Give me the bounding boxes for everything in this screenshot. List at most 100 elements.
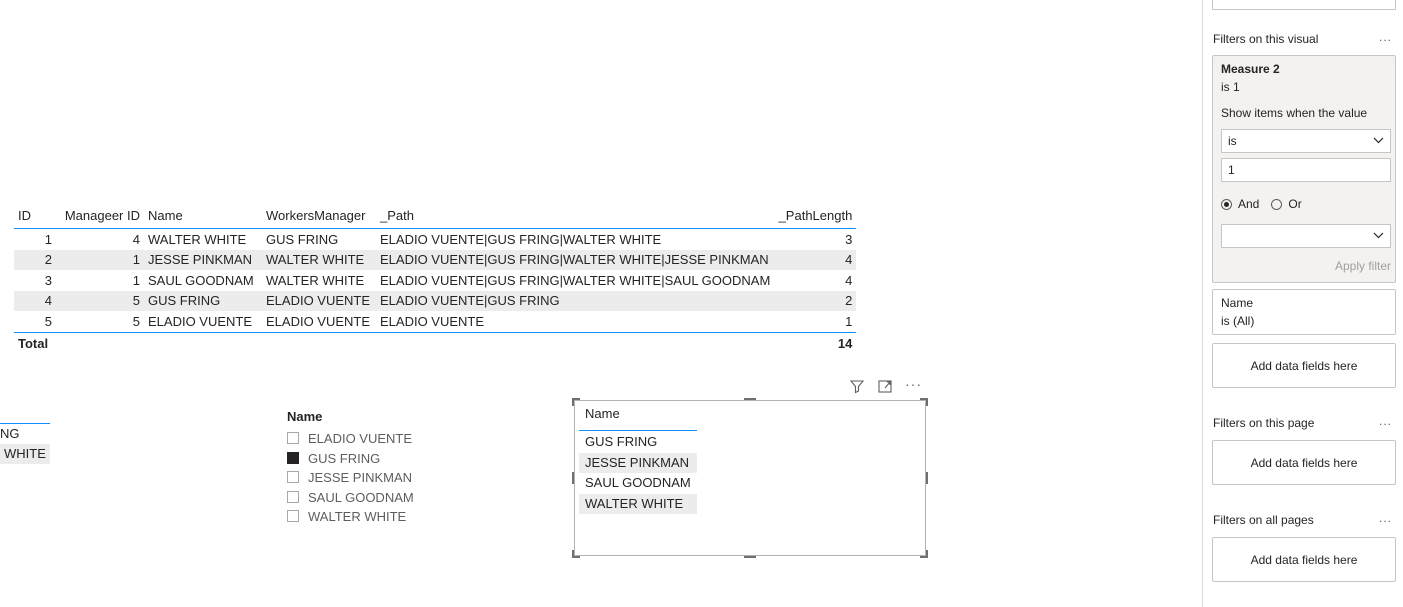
cell-id: 4 <box>14 290 56 311</box>
slicer-item-eladio-vuente[interactable]: ELADIO VUENTE <box>287 429 412 447</box>
checkbox[interactable] <box>287 432 299 444</box>
filter-card-title: Measure 2 <box>1221 62 1280 76</box>
cell-path-length: 3 <box>845 231 853 247</box>
slicer-item-label: JESSE PINKMAN <box>308 469 413 485</box>
radio-and[interactable] <box>1221 198 1232 210</box>
slicer-item-jesse-pinkman[interactable]: JESSE PINKMAN <box>287 468 412 486</box>
cell-manager-id: 1 <box>132 272 140 288</box>
and-or-group: And Or <box>1221 197 1302 211</box>
chevron-down-icon <box>1373 225 1384 255</box>
section-label-page: Filters on this page <box>1213 416 1315 430</box>
resize-handle[interactable] <box>926 550 928 558</box>
cell-name: WALTER WHITE <box>148 231 247 247</box>
resize-handle[interactable] <box>572 472 574 484</box>
operator-value: is <box>1228 134 1237 148</box>
filter-card-summary: is 1 <box>1221 80 1240 94</box>
cell-workers-manager: ELADIO VUENTE <box>262 290 376 311</box>
more-options-icon[interactable]: ... <box>1379 414 1392 428</box>
visual-row[interactable]: WALTER WHITE <box>579 494 697 514</box>
slicer-item-label: ELADIO VUENTE <box>308 430 413 446</box>
table-total-row: Total 14 <box>14 332 856 355</box>
resize-handle[interactable] <box>926 398 928 406</box>
col-header-name[interactable]: Name <box>144 202 262 229</box>
more-options-icon[interactable]: ··· <box>905 376 922 392</box>
more-options-icon[interactable]: ... <box>1379 30 1392 44</box>
slicer-item-label: SAUL GOODNAM <box>308 489 414 505</box>
radio-or-label: Or <box>1288 197 1302 211</box>
col-header-path[interactable]: _Path <box>376 202 775 229</box>
table-row[interactable]: 1 4 WALTER WHITE GUS FRING ELADIO VUENTE… <box>14 229 856 250</box>
checkbox[interactable] <box>287 510 299 522</box>
visual-row[interactable]: SAUL GOODNAM <box>579 473 697 493</box>
slicer-item-label: WALTER WHITE <box>308 508 407 524</box>
resize-handle[interactable] <box>926 472 928 484</box>
resize-handle[interactable] <box>744 398 756 400</box>
operator-dropdown[interactable]: is <box>1221 129 1391 153</box>
chevron-down-icon <box>1373 130 1384 160</box>
show-items-label: Show items when the value <box>1221 106 1368 120</box>
cell-manager-id: 5 <box>56 290 144 311</box>
table-row[interactable]: 2 1 JESSE PINKMAN WALTER WHITE ELADIO VU… <box>14 249 857 270</box>
cell-id: 3 <box>44 272 52 288</box>
list-item[interactable]: NG <box>0 424 50 444</box>
cell-name: GUS FRING <box>144 290 262 311</box>
radio-or[interactable] <box>1271 198 1283 210</box>
cell-name: ELADIO VUENTE <box>144 311 262 333</box>
visual-row[interactable]: GUS FRING <box>579 432 697 452</box>
filter-icon[interactable] <box>849 378 865 397</box>
resize-handle[interactable] <box>572 550 574 558</box>
add-data-fields-all-pages[interactable]: Add data fields here <box>1212 537 1396 582</box>
visual-row[interactable]: JESSE PINKMAN <box>579 453 697 473</box>
apply-filter-button[interactable]: Apply filter <box>1335 259 1391 273</box>
cell-workers-manager: ELADIO VUENTE <box>262 311 376 333</box>
list-item[interactable]: WHITE <box>0 444 50 464</box>
cell-path-length: 4 <box>774 249 857 270</box>
col-header-manager-id[interactable]: Manageer ID <box>56 202 144 229</box>
cell-path-length: 2 <box>774 290 857 311</box>
slicer-item-gus-fring[interactable]: GUS FRING <box>287 449 380 467</box>
second-operator-dropdown[interactable] <box>1221 224 1391 248</box>
cell-path: ELADIO VUENTE|GUS FRING|WALTER WHITE|JES… <box>376 249 775 270</box>
col-header-id[interactable]: ID <box>14 202 56 229</box>
cell-manager-id: 4 <box>132 231 140 247</box>
section-label-visual: Filters on this visual <box>1213 32 1319 46</box>
table-header-row: ID Manageer ID Name WorkersManager _Path… <box>14 202 857 229</box>
slicer-item-saul-goodnam[interactable]: SAUL GOODNAM <box>287 488 414 506</box>
cell-path: ELADIO VUENTE|GUS FRING <box>376 290 775 311</box>
checkbox[interactable] <box>287 491 299 503</box>
focus-mode-icon[interactable] <box>877 378 893 397</box>
col-header-path-length[interactable]: _PathLength <box>774 202 857 229</box>
cell-path: ELADIO VUENTE|GUS FRING|WALTER WHITE|SAU… <box>380 272 771 288</box>
filters-pane: Filters on this visual ... Measure 2 is … <box>1202 0 1403 607</box>
filter-card-name[interactable]: Name is (All) <box>1212 289 1396 335</box>
slicer-title: Name <box>287 409 323 424</box>
cell-path-length: 1 <box>774 311 857 333</box>
cell-id: 2 <box>14 249 56 270</box>
add-data-fields-visual[interactable]: Add data fields here <box>1212 343 1396 388</box>
value-input[interactable]: 1 <box>1221 158 1391 182</box>
table-row[interactable]: 4 5 GUS FRING ELADIO VUENTE ELADIO VUENT… <box>14 290 857 311</box>
checkbox-checked[interactable] <box>287 452 299 464</box>
cell-path: ELADIO VUENTE <box>376 311 775 333</box>
filter-card-measure-2[interactable]: Measure 2 is 1 Show items when the value… <box>1212 55 1396 283</box>
slicer-item-label: GUS FRING <box>308 450 381 466</box>
cell-workers-manager: WALTER WHITE <box>262 249 376 270</box>
resize-handle[interactable] <box>572 398 574 406</box>
add-data-fields-page[interactable]: Add data fields here <box>1212 440 1396 485</box>
slicer-item-walter-white[interactable]: WALTER WHITE <box>287 507 406 525</box>
table-row[interactable]: 5 5 ELADIO VUENTE ELADIO VUENTE ELADIO V… <box>14 311 857 333</box>
cell-workers-manager: WALTER WHITE <box>266 272 365 288</box>
col-header-workers-manager[interactable]: WorkersManager <box>262 202 376 229</box>
checkbox[interactable] <box>287 471 299 483</box>
visual-column-header[interactable]: Name <box>579 405 697 431</box>
clipped-table-visual: NG WHITE <box>0 423 50 464</box>
section-label-all-pages: Filters on all pages <box>1213 513 1314 527</box>
resize-handle[interactable] <box>744 556 756 558</box>
filter-card-summary: is (All) <box>1221 314 1255 328</box>
cell-path: ELADIO VUENTE|GUS FRING|WALTER WHITE <box>380 231 662 247</box>
cell-manager-id: 5 <box>56 311 144 333</box>
total-value: 14 <box>837 336 853 351</box>
table-row[interactable]: 3 1 SAUL GOODNAM WALTER WHITE ELADIO VUE… <box>14 270 856 291</box>
more-options-icon[interactable]: ... <box>1379 511 1392 525</box>
search-input[interactable] <box>1212 0 1396 10</box>
